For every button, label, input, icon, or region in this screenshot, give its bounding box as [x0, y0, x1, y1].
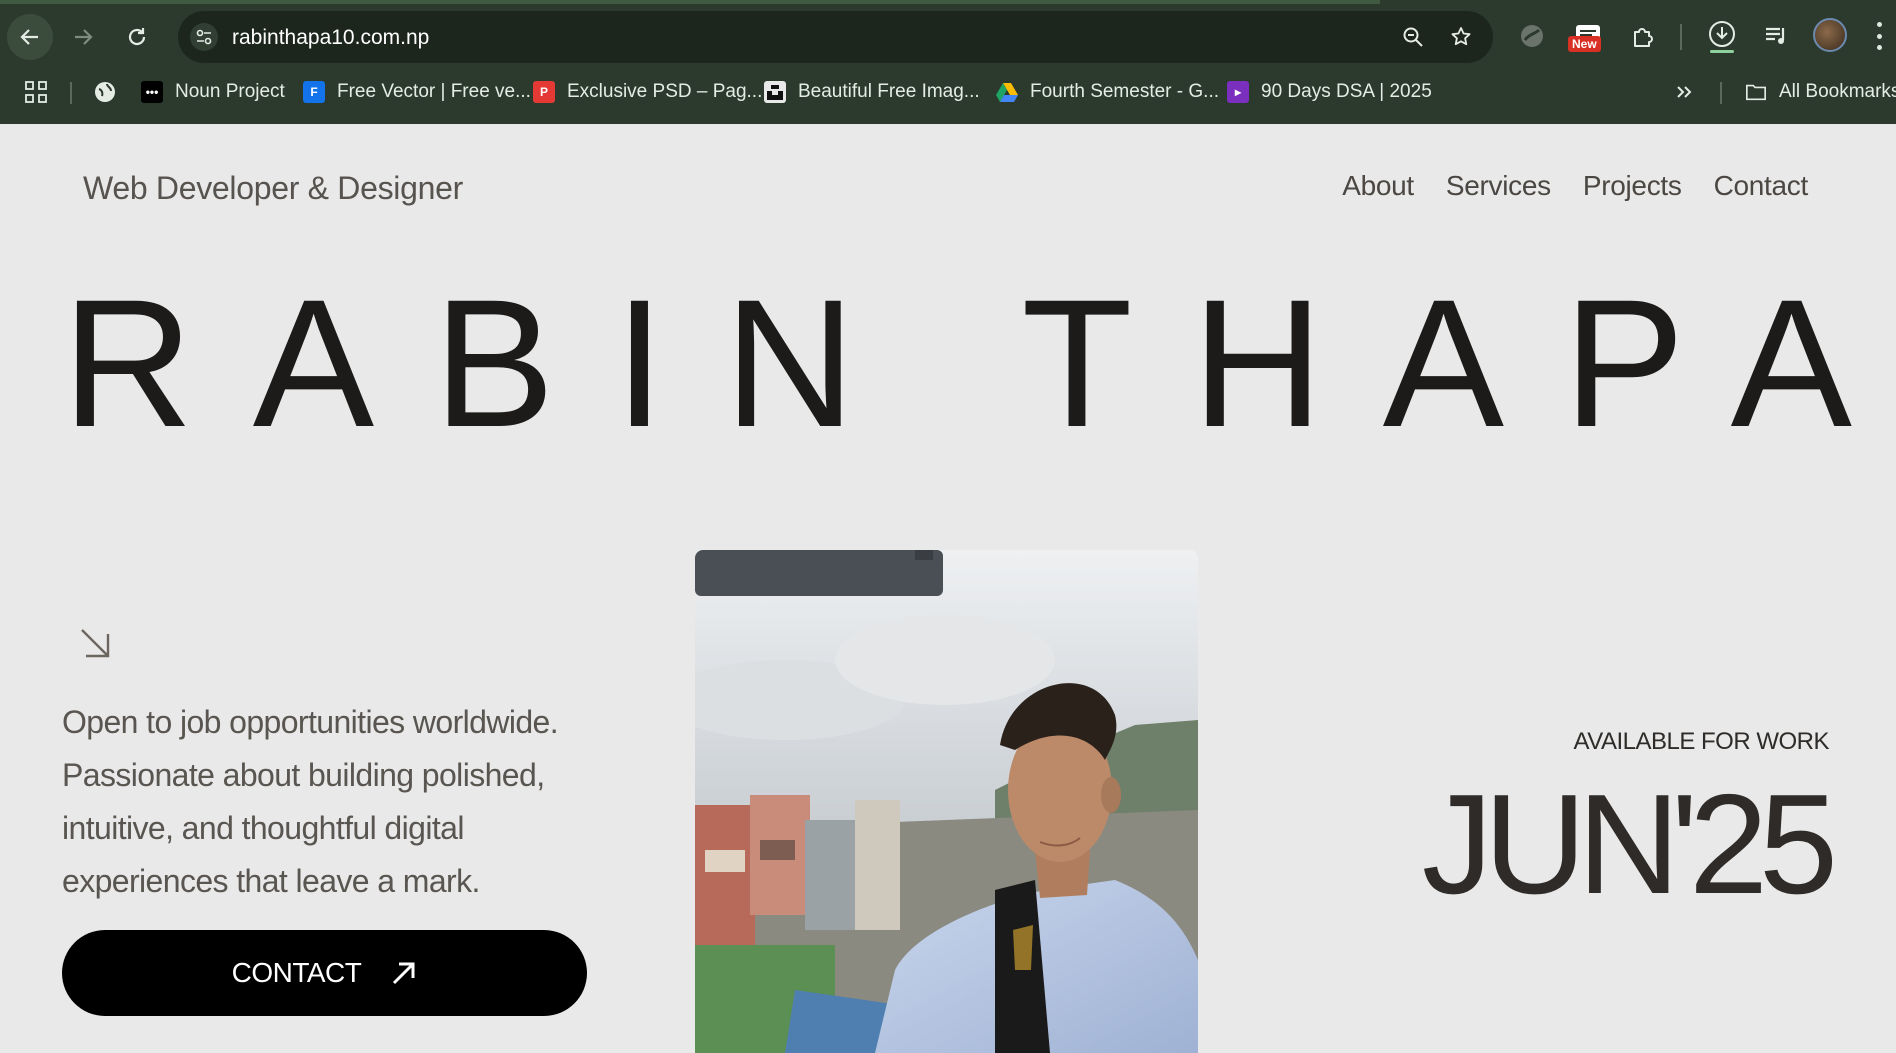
- bookmark-label: 90 Days DSA | 2025: [1261, 81, 1432, 102]
- page-load-indicator: [0, 0, 1380, 4]
- media-controls-icon[interactable]: [1758, 18, 1794, 54]
- folder-icon: [1745, 81, 1767, 103]
- reload-icon: [128, 28, 146, 46]
- bookmarks-bar: ••• Noun Project F Free Vector | Free ve…: [0, 74, 1896, 110]
- hero-name-text: RABIN THAPA: [62, 276, 1852, 446]
- site-brand[interactable]: Web Developer & Designer: [83, 170, 463, 207]
- browser-menu-icon[interactable]: [1876, 22, 1882, 50]
- intro-line: Passionate about building polished,: [62, 757, 545, 793]
- profile-photo: [695, 550, 1198, 1053]
- browser-chrome: rabinthapa10.com.np New ••• Noun Project…: [0, 0, 1896, 124]
- bookmark-freepik[interactable]: F Free Vector | Free ve...: [303, 78, 531, 106]
- contact-button[interactable]: CONTACT: [62, 930, 587, 1016]
- google-drive-icon: [996, 81, 1018, 103]
- nav-about[interactable]: About: [1342, 170, 1414, 202]
- psd-icon: P: [533, 81, 555, 103]
- new-badge: New: [1568, 36, 1601, 52]
- portfolio-page: Web Developer & Designer About Services …: [0, 124, 1896, 1053]
- intro-line: intuitive, and thoughtful digital: [62, 810, 464, 846]
- intro-line: Open to job opportunities worldwide.: [62, 704, 559, 740]
- noun-project-icon: •••: [141, 81, 163, 103]
- download-icon[interactable]: [1704, 18, 1740, 54]
- bookmark-star-icon[interactable]: [1449, 25, 1473, 54]
- contact-button-label: CONTACT: [231, 957, 362, 988]
- intro-line: experiences that leave a mark.: [62, 863, 480, 899]
- profile-avatar[interactable]: [1813, 18, 1847, 52]
- availability-label: AVAILABLE FOR WORK: [1573, 728, 1829, 755]
- back-arrow-icon: [20, 29, 38, 45]
- all-bookmarks-label: All Bookmarks: [1779, 81, 1896, 102]
- intro-text: Open to job opportunities worldwide. Pas…: [62, 696, 622, 908]
- arrow-up-right-icon: [393, 962, 415, 985]
- bookmark-noun-project[interactable]: ••• Noun Project: [141, 78, 285, 106]
- nav-services[interactable]: Services: [1446, 170, 1551, 202]
- bookmark-dsa[interactable]: ▸ 90 Days DSA | 2025: [1227, 78, 1432, 106]
- nav-contact[interactable]: Contact: [1714, 170, 1809, 202]
- hero-name: RABIN THAPA: [62, 261, 1853, 465]
- back-button[interactable]: [7, 14, 53, 60]
- apps-grid-icon[interactable]: [24, 78, 48, 106]
- reload-button[interactable]: [114, 14, 160, 60]
- availability-date: JUN'25: [1421, 765, 1838, 924]
- extensions-puzzle-icon[interactable]: [1625, 18, 1661, 54]
- bookmark-label: Fourth Semester - G...: [1030, 81, 1219, 102]
- video-icon: ▸: [1227, 81, 1249, 103]
- all-bookmarks-button[interactable]: All Bookmarks: [1745, 78, 1896, 106]
- bookmarks-divider: [70, 82, 72, 104]
- bookmark-psd[interactable]: P Exclusive PSD – Pag...: [533, 78, 762, 106]
- vpn-extension-icon[interactable]: [1514, 18, 1550, 54]
- zoom-icon[interactable]: [1401, 25, 1425, 54]
- bookmark-label: Beautiful Free Imag...: [798, 81, 980, 102]
- arrow-down-right-icon: [78, 626, 112, 660]
- bookmark-label: Free Vector | Free ve...: [337, 81, 531, 102]
- forward-arrow-icon: [75, 29, 93, 45]
- bookmark-google-drive[interactable]: Fourth Semester - G...: [996, 78, 1219, 106]
- url-text[interactable]: rabinthapa10.com.np: [232, 26, 429, 50]
- main-nav: About Services Projects Contact: [1342, 170, 1808, 202]
- toolbar-divider: [1680, 24, 1682, 50]
- globe-icon[interactable]: [93, 78, 117, 106]
- site-info-icon[interactable]: [190, 23, 218, 51]
- address-bar[interactable]: rabinthapa10.com.np: [178, 11, 1493, 63]
- forward-button[interactable]: [60, 14, 106, 60]
- more-bookmarks-chevron-icon[interactable]: [1674, 78, 1694, 106]
- bookmark-label: Noun Project: [175, 81, 285, 102]
- nav-projects[interactable]: Projects: [1583, 170, 1682, 202]
- bookmark-unsplash[interactable]: Beautiful Free Imag...: [764, 78, 980, 106]
- freepik-icon: F: [303, 81, 325, 103]
- bookmark-label: Exclusive PSD – Pag...: [567, 81, 763, 102]
- bookmarks-divider: [1720, 82, 1722, 104]
- unsplash-icon: [764, 81, 786, 103]
